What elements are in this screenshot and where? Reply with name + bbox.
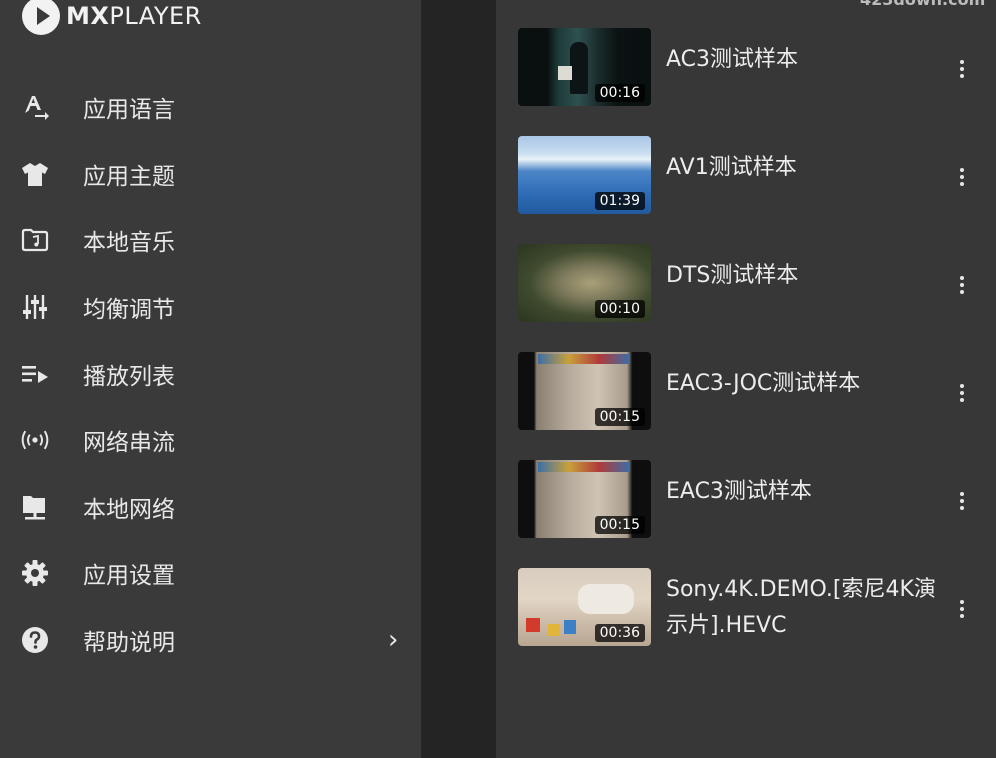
menu-label: 帮助说明 <box>83 630 175 657</box>
video-thumbnail: 01:39 <box>518 136 651 214</box>
video-thumbnail: 00:16 <box>518 28 651 106</box>
play-logo-icon <box>22 0 60 35</box>
menu-item-local-network[interactable]: 本地网络 <box>0 474 421 541</box>
menu-label: 本地网络 <box>83 496 175 523</box>
menu-label: 应用设置 <box>83 563 175 590</box>
mx-player-logo: MXPLAYER <box>22 0 202 36</box>
logo-prefix: MX <box>66 2 110 30</box>
video-title: DTS测试样本 <box>666 263 799 288</box>
more-options-icon[interactable] <box>955 270 969 300</box>
menu-item-help[interactable]: 帮助说明 › <box>0 607 421 674</box>
video-title: EAC3-JOC测试样本 <box>666 371 861 396</box>
video-title: AC3测试样本 <box>666 47 799 72</box>
video-item[interactable]: 01:39 AV1测试样本 <box>518 136 996 216</box>
navigation-drawer: MXPLAYER 应用语言 应用主题 本地音乐 均衡调节 播放列表 网络串流 本… <box>0 0 421 758</box>
menu-label: 网络串流 <box>83 430 175 457</box>
video-duration: 00:10 <box>594 300 645 318</box>
menu-label: 均衡调节 <box>83 297 175 324</box>
video-title: AV1测试样本 <box>666 155 797 180</box>
local-network-icon <box>20 492 50 522</box>
video-duration: 00:15 <box>594 516 645 534</box>
more-options-icon[interactable] <box>955 594 969 624</box>
video-item[interactable]: 00:10 DTS测试样本 <box>518 244 996 324</box>
stream-icon <box>20 425 50 455</box>
video-item[interactable]: 00:36 Sony.4K.DEMO.[索尼4K演示片].HEVC <box>518 568 996 648</box>
logo-suffix: PLAYER <box>109 2 202 30</box>
drawer-menu: 应用语言 应用主题 本地音乐 均衡调节 播放列表 网络串流 本地网络 应用设置 … <box>0 74 421 673</box>
video-item[interactable]: 00:15 EAC3测试样本 <box>518 460 996 540</box>
video-title: Sony.4K.DEMO.[索尼4K演示片].HEVC <box>666 577 936 638</box>
video-thumbnail: 00:36 <box>518 568 651 646</box>
menu-item-equalizer[interactable]: 均衡调节 <box>0 274 421 341</box>
menu-label: 本地音乐 <box>83 230 175 257</box>
video-duration: 00:36 <box>594 624 645 642</box>
video-item[interactable]: 00:15 EAC3-JOC测试样本 <box>518 352 996 432</box>
gear-icon <box>20 558 50 588</box>
menu-label: 应用语言 <box>83 97 175 124</box>
more-options-icon[interactable] <box>955 378 969 408</box>
watermark: 423down.com <box>860 0 985 9</box>
video-thumbnail: 00:10 <box>518 244 651 322</box>
menu-label: 应用主题 <box>83 163 175 190</box>
video-duration: 01:39 <box>594 192 645 210</box>
drawer-scrim[interactable] <box>421 0 496 758</box>
more-options-icon[interactable] <box>955 54 969 84</box>
menu-item-app-language[interactable]: 应用语言 <box>0 74 421 141</box>
translate-icon <box>20 92 50 122</box>
menu-label: 播放列表 <box>83 363 175 390</box>
video-thumbnail: 00:15 <box>518 460 651 538</box>
menu-item-local-music[interactable]: 本地音乐 <box>0 207 421 274</box>
music-folder-icon <box>20 225 50 255</box>
playlist-icon <box>20 359 50 389</box>
menu-item-app-theme[interactable]: 应用主题 <box>0 141 421 208</box>
menu-item-network-stream[interactable]: 网络串流 <box>0 407 421 474</box>
menu-item-app-settings[interactable]: 应用设置 <box>0 540 421 607</box>
menu-item-playlist[interactable]: 播放列表 <box>0 340 421 407</box>
help-icon <box>20 625 50 655</box>
more-options-icon[interactable] <box>955 162 969 192</box>
video-title: EAC3测试样本 <box>666 479 812 504</box>
video-duration: 00:15 <box>594 408 645 426</box>
video-duration: 00:16 <box>594 84 645 102</box>
chevron-right-icon: › <box>388 625 399 656</box>
video-item[interactable]: 00:16 AC3测试样本 <box>518 28 996 108</box>
equalizer-icon <box>20 292 50 322</box>
video-thumbnail: 00:15 <box>518 352 651 430</box>
more-options-icon[interactable] <box>955 486 969 516</box>
shirt-icon <box>20 159 50 189</box>
